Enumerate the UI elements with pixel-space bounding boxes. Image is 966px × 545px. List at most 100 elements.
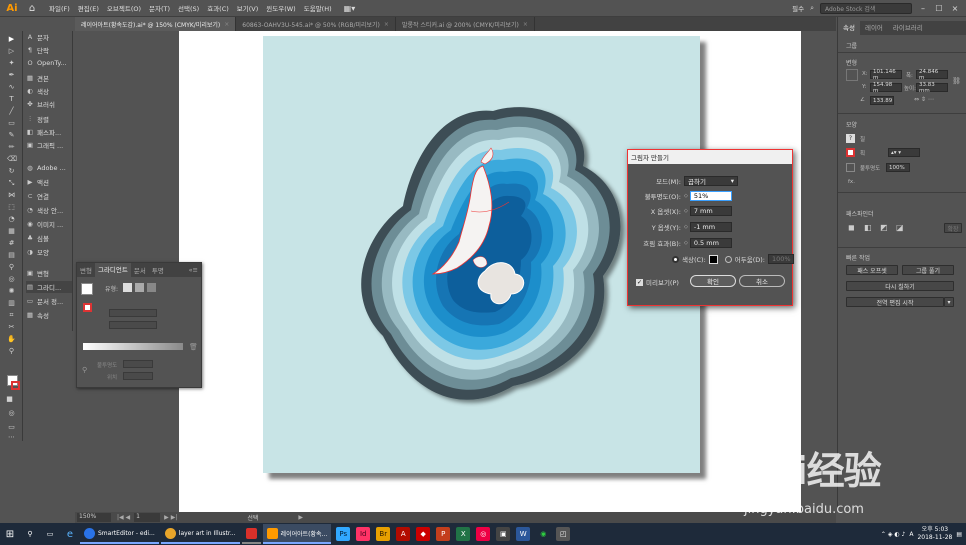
windows-start-icon[interactable]: ⊞ [3,527,17,541]
dock-item[interactable]: ▦ 견본 [26,72,72,84]
dock-item[interactable]: O OpenTy... [26,57,72,69]
app-icon[interactable]: ◆ [416,527,431,541]
rotate-tool-icon[interactable]: ↻ [7,167,16,176]
minus-front-icon[interactable]: ◧ [864,223,872,232]
dock-item[interactable]: ▣ 그래픽 ... [26,139,72,151]
eyedropper-tool-icon[interactable]: ⚲ [7,263,16,272]
curvature-tool-icon[interactable]: ∿ [7,83,16,92]
artboard-nav-next-icon[interactable]: ▶ ▶| [164,514,177,521]
direct-selection-tool-icon[interactable]: ▷ [7,47,16,56]
darkness-input[interactable]: 100% [767,254,794,264]
exclude-icon[interactable]: ◪ [896,223,904,232]
menu-item[interactable]: 보기(V) [233,3,262,13]
stroke-swatch[interactable] [11,381,20,390]
stock-search-input[interactable]: Adobe Stock 검색 [820,2,912,14]
dock-item[interactable]: ▭ 문서 정... [26,295,72,307]
linear-gradient-icon[interactable] [123,283,132,292]
shadow-color-swatch[interactable] [708,254,718,264]
mesh-tool-icon[interactable]: # [7,239,16,248]
pencil-tool-icon[interactable]: ✏ [7,143,16,152]
edge-icon[interactable]: e [63,527,77,541]
y-field[interactable]: 154.98 m [870,82,902,94]
artboard-number-field[interactable]: 1 [134,513,161,522]
w-field[interactable]: 24.846 m [916,69,948,81]
dock-item[interactable]: ▦ 속성 [26,309,72,321]
dock-item[interactable]: ⊂ 연결 [26,190,72,202]
line-tool-icon[interactable]: ╱ [7,107,16,116]
taskbar-app[interactable]: layer art in Illustr... [160,524,240,544]
color-mode-icon[interactable]: ■ [5,395,14,404]
workspace-switcher[interactable]: 필수 [792,3,804,13]
hand-tool-icon[interactable]: ✋ [7,335,16,344]
excel-icon[interactable]: X [456,527,471,541]
opacity-field[interactable]: 100% [886,163,910,172]
preview-checkbox[interactable]: ✓ [636,278,643,286]
app-icon[interactable]: ▣ [496,527,511,541]
panel-menu-icon[interactable]: «≡ [189,266,201,274]
slice-tool-icon[interactable]: ✂ [7,323,16,332]
tab-transform[interactable]: 변형 [77,265,95,275]
tab-document-3[interactable]: 발롱작 스티커.ai @ 200% (CMYK/미리보기) × [396,17,535,31]
eraser-tool-icon[interactable]: ⌫ [7,155,17,164]
opacity-icon[interactable] [846,163,855,172]
tab-transparency[interactable]: 투명 [149,265,167,275]
stepper-icon[interactable]: ◇ [684,193,688,199]
scale-tool-icon[interactable]: ⤡ [7,179,16,188]
word-icon[interactable]: W [516,527,531,541]
graph-tool-icon[interactable]: ▥ [7,299,16,308]
shape-builder-icon[interactable]: ◔ [7,215,16,224]
aspect-ratio-field[interactable] [109,321,157,329]
taskbar-app[interactable]: 레이어아트(황속... [262,524,332,544]
screen-mode-icon[interactable]: ▭ [7,423,16,432]
dock-item[interactable]: ◍ Adobe ... [26,162,72,174]
powerpoint-icon[interactable]: P [436,527,451,541]
dock-item[interactable]: ⫶ 정렬 [26,113,72,125]
tab-document[interactable]: 문서 [131,265,149,275]
drawing-mode-icon[interactable]: ◎ [7,409,16,418]
gradient-swatch[interactable] [81,283,93,295]
freeform-gradient-icon[interactable] [147,283,156,292]
input-language[interactable]: A [909,531,913,538]
expand-button[interactable]: 확장 [944,223,962,233]
gradient-tool-icon[interactable]: ▤ [7,251,16,260]
stepper-icon[interactable]: ◇ [684,224,688,230]
close-tab-icon[interactable]: × [384,21,389,28]
fx-button[interactable]: fx. [848,179,855,185]
x-offset-input[interactable]: 7 mm [689,206,732,216]
dock-item[interactable]: ¶ 단락 [26,44,72,56]
ok-button[interactable]: 확인 [690,275,736,287]
y-offset-input[interactable]: -1 mm [689,222,732,232]
dock-item[interactable]: ▣ 변형 [26,267,72,279]
radial-gradient-icon[interactable] [135,283,144,292]
stroke-weight-field[interactable]: ▴▾ ▾ [888,148,920,157]
opacity-field[interactable] [123,360,153,368]
delete-stop-icon[interactable]: 🗑 [189,343,198,351]
close-tab-icon[interactable]: × [523,21,528,28]
intersect-icon[interactable]: ◩ [880,223,888,232]
menu-item[interactable]: 선택(S) [174,3,203,13]
tray-icons[interactable]: ⌃ ◈ ◐ ♪ [881,531,905,538]
perspective-grid-icon[interactable]: ▦ [7,227,16,236]
more-tools-icon[interactable]: ⋯ [7,433,16,442]
mode-select[interactable]: 곱하기 ▾ [684,176,738,186]
ungroup-button[interactable]: 그룹 풀기 [902,265,954,275]
cancel-button[interactable]: 취소 [739,275,785,287]
unite-icon[interactable]: ◼ [848,223,855,232]
status-menu-icon[interactable]: ▶ [298,514,303,521]
h-field[interactable]: 33.83 mm [916,82,948,94]
pen-tool-icon[interactable]: ✒ [7,71,16,80]
close-icon[interactable]: × [950,4,960,13]
artboard-nav-prev-icon[interactable]: |◀ ◀ [117,514,130,521]
dock-item[interactable]: ✤ 브러쉬 [26,98,72,110]
angle-field[interactable] [109,309,157,317]
chevron-down-icon[interactable]: ▾ [944,297,954,307]
bridge-icon[interactable]: Br [376,527,391,541]
dock-item[interactable]: ◑ 모양 [26,246,72,258]
artboard-tool-icon[interactable]: ⌗ [7,311,16,320]
reference-point-icon[interactable] [846,69,858,81]
stepper-icon[interactable]: ◇ [684,240,688,246]
x-field[interactable]: 101.146 m [870,69,902,81]
width-tool-icon[interactable]: ⋈ [7,191,16,200]
close-tab-icon[interactable]: × [224,21,229,28]
stroke-swatch[interactable] [846,148,855,157]
